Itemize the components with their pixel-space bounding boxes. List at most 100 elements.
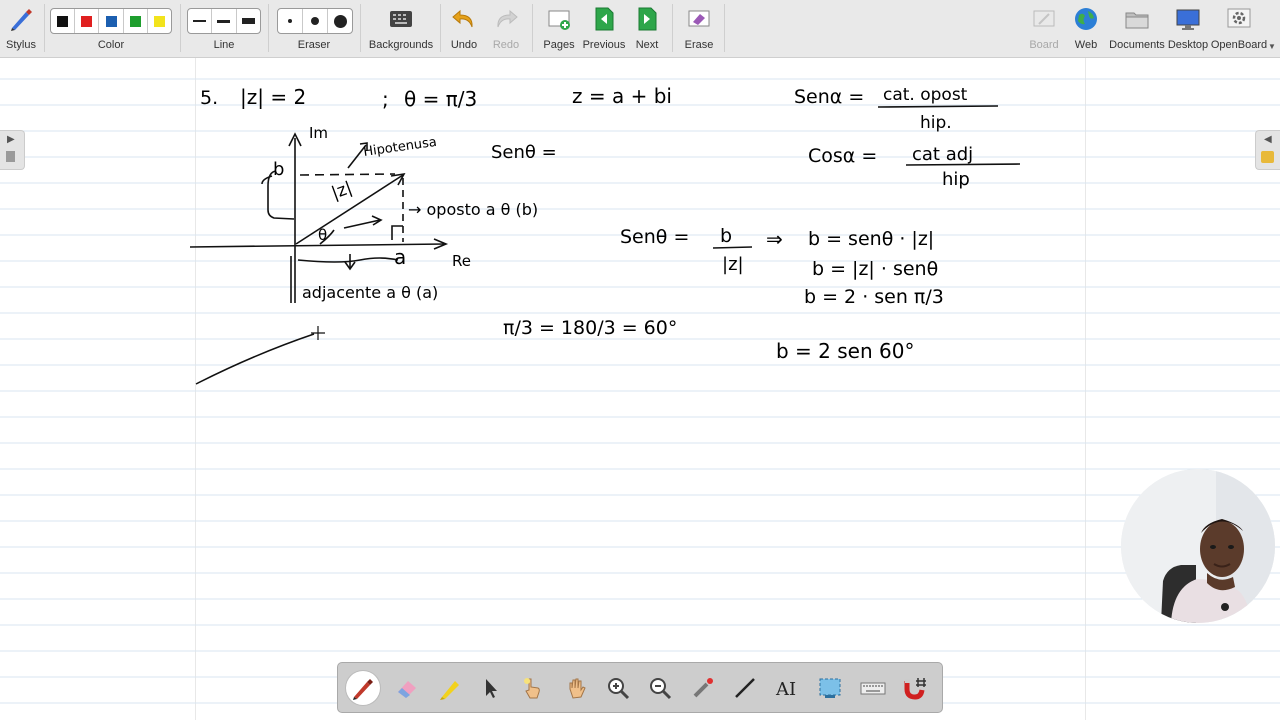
- problem-number: 5.: [200, 87, 218, 109]
- straight-line-icon: [735, 678, 755, 698]
- monitor-icon: [1176, 9, 1200, 30]
- line-thick[interactable]: [237, 9, 260, 33]
- openboard-dropdown-icon[interactable]: ▼: [1268, 42, 1276, 51]
- angle-theta-label: θ: [318, 226, 327, 244]
- cos-definition-left: Cosα =: [808, 145, 877, 167]
- eraser-tool[interactable]: [390, 671, 424, 705]
- color-blue[interactable]: [99, 9, 124, 33]
- fraction-b-numerator: b: [720, 225, 732, 247]
- zoom-out-tool[interactable]: [643, 671, 677, 705]
- redo-button[interactable]: Redo: [486, 0, 526, 57]
- undo-label: Undo: [450, 39, 478, 51]
- virtual-keyboard-tool[interactable]: [856, 671, 890, 705]
- desktop-button[interactable]: Desktop: [1166, 0, 1210, 57]
- expand-right-icon: ▶: [7, 134, 15, 145]
- selector-tool[interactable]: [474, 671, 508, 705]
- eraser-medium[interactable]: [303, 9, 328, 33]
- undo-icon: [452, 9, 473, 28]
- stylus-button[interactable]: Stylus: [0, 0, 42, 57]
- next-button[interactable]: Next: [628, 0, 666, 57]
- crosshair-cursor: [311, 326, 325, 340]
- stylus-icon: [11, 9, 32, 31]
- theta-value: θ = π/3: [404, 87, 477, 111]
- backgrounds-button[interactable]: Backgrounds: [364, 0, 438, 57]
- web-button[interactable]: Web: [1066, 0, 1106, 57]
- sin-definition-left: Senα =: [794, 86, 864, 108]
- webcam-overlay: [1121, 469, 1275, 623]
- magnet-icon: [904, 678, 926, 700]
- color-palette: [50, 8, 172, 34]
- desktop-label: Desktop: [1167, 39, 1209, 51]
- fraction-z-denominator: |z|: [722, 254, 744, 275]
- b-equation-3: b = 2 · sen π/3: [804, 286, 944, 308]
- sin-definition-denominator: hip.: [920, 113, 952, 133]
- zoom-in-icon: [608, 678, 630, 700]
- hand-icon: [569, 678, 586, 699]
- erase-button[interactable]: Erase: [678, 0, 720, 57]
- whiteboard-canvas[interactable]: 5. |z| = 2 ; θ = π/3 z = a + bi Senα = c…: [0, 58, 1280, 720]
- capture-tool[interactable]: [813, 671, 847, 705]
- library-panel-icon: [1261, 151, 1274, 163]
- stylus-label: Stylus: [6, 39, 36, 51]
- documents-label: Documents: [1109, 39, 1165, 51]
- b-equation-2: b = |z| · senθ: [812, 258, 938, 280]
- line-tool[interactable]: [728, 671, 762, 705]
- pointing-hand-icon: [524, 678, 540, 699]
- eraser-small[interactable]: [278, 9, 303, 33]
- line-medium[interactable]: [212, 9, 237, 33]
- add-page-icon: [548, 10, 570, 30]
- backgrounds-icon: [390, 11, 412, 27]
- next-page-icon: [638, 7, 657, 31]
- board-icon: [1033, 10, 1055, 27]
- highlighter-icon: [440, 681, 459, 700]
- cos-definition-numerator: cat adj: [912, 144, 973, 165]
- hand-tool[interactable]: [559, 671, 593, 705]
- previous-page-icon: [595, 7, 614, 31]
- ink-layer: 5. |z| = 2 ; θ = π/3 z = a + bi Senα = c…: [189, 84, 1021, 385]
- stylus-palette: AI: [337, 662, 943, 713]
- semicolon: ;: [382, 87, 389, 111]
- highlighter-tool[interactable]: [433, 671, 467, 705]
- sin-definition-numerator: cat. opost: [883, 85, 968, 105]
- b-equation-1: b = senθ · |z|: [808, 228, 934, 250]
- pen-tool[interactable]: [346, 671, 380, 705]
- interact-tool[interactable]: [515, 671, 549, 705]
- hypotenuse-label: Hipotenusa: [362, 135, 437, 160]
- pages-button[interactable]: Pages: [538, 0, 580, 57]
- previous-button[interactable]: Previous: [582, 0, 626, 57]
- adjacent-side-note: adjacente a θ (a): [302, 283, 438, 302]
- redo-icon: [497, 9, 518, 28]
- sin-theta-equation: Senθ =: [620, 226, 689, 248]
- globe-icon: [1075, 8, 1097, 30]
- openboard-button[interactable]: OpenBoard: [1210, 0, 1268, 57]
- zoom-in-tool[interactable]: [601, 671, 635, 705]
- modulus-expression: |z| = 2: [240, 85, 306, 109]
- web-label: Web: [1074, 39, 1098, 51]
- text-tool[interactable]: AI: [770, 671, 804, 705]
- erase-board-icon: [688, 10, 710, 27]
- openboard-label: OpenBoard: [1210, 39, 1268, 51]
- color-red[interactable]: [75, 9, 100, 33]
- erase-label: Erase: [684, 39, 714, 51]
- line-thin[interactable]: [188, 9, 213, 33]
- pi-over-3-conversion: π/3 = 180/3 = 60°: [503, 317, 677, 339]
- board-button[interactable]: Board: [1024, 0, 1064, 57]
- zoom-out-icon: [650, 678, 672, 700]
- left-panel-toggle[interactable]: ▶: [0, 130, 25, 170]
- line-group: Line: [186, 0, 262, 57]
- line-width-selector: [187, 8, 261, 34]
- color-group: Color: [48, 0, 174, 57]
- right-panel-toggle[interactable]: ◀: [1255, 130, 1280, 170]
- svg-text:AI: AI: [775, 679, 796, 700]
- laser-pointer-tool[interactable]: [686, 671, 720, 705]
- color-black[interactable]: [51, 9, 76, 33]
- documents-button[interactable]: Documents: [1108, 0, 1166, 57]
- undo-button[interactable]: Undo: [444, 0, 484, 57]
- previous-label: Previous: [582, 39, 626, 51]
- color-yellow[interactable]: [148, 9, 171, 33]
- arrow-cursor-icon: [486, 679, 497, 698]
- eraser-large[interactable]: [328, 9, 352, 33]
- magnet-tool[interactable]: [899, 671, 933, 705]
- cos-definition-denominator: hip: [942, 169, 970, 190]
- color-green[interactable]: [124, 9, 148, 33]
